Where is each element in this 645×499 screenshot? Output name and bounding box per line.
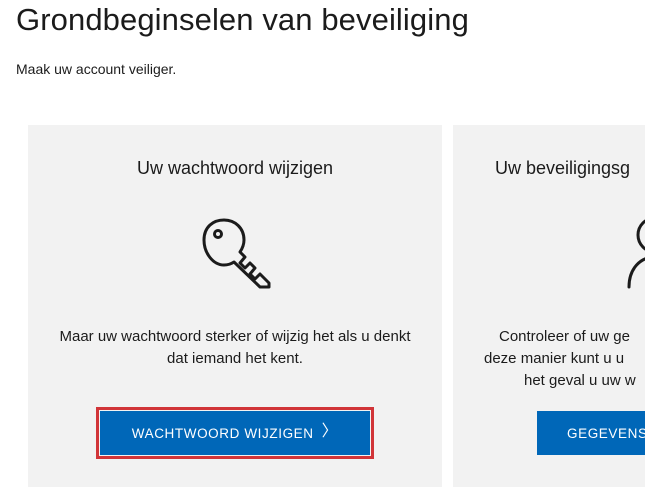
change-password-card: Uw wachtwoord wijzigen Maar uw wachtwoor…: [28, 125, 442, 487]
person-icon: [623, 213, 645, 298]
chevron-right-icon: 〉: [321, 423, 339, 440]
card-description: Controleer of uw ge deze manier kunt u u…: [453, 326, 645, 392]
card-description-line: deze manier kunt u u: [484, 350, 625, 367]
change-password-button[interactable]: WACHTWOORD WIJZIGEN 〉: [96, 407, 374, 459]
button-label: WACHTWOORD WIJZIGEN: [131, 425, 314, 441]
key-icon: [198, 213, 276, 296]
button-label: GEGEVENS: [567, 425, 645, 441]
card-description: Maar uw wachtwoord sterker of wijzig het…: [59, 328, 411, 367]
page-title: Grondbeginselen van beveiliging: [16, 2, 469, 37]
page-subtitle: Maak uw account veiliger.: [16, 61, 177, 77]
card-heading: Uw wachtwoord wijzigen: [136, 158, 334, 178]
security-basics-page: Grondbeginselen van beveiliging Maak uw …: [0, 0, 645, 499]
security-info-card: Uw beveiligingsg Controleer of uw ge dez…: [453, 125, 645, 487]
card-heading: Uw beveiligingsg: [495, 158, 631, 178]
card-description-line: Controleer of uw ge: [499, 328, 630, 345]
security-info-button[interactable]: GEGEVENS: [537, 411, 645, 455]
card-description-line: het geval u uw w: [524, 372, 636, 389]
